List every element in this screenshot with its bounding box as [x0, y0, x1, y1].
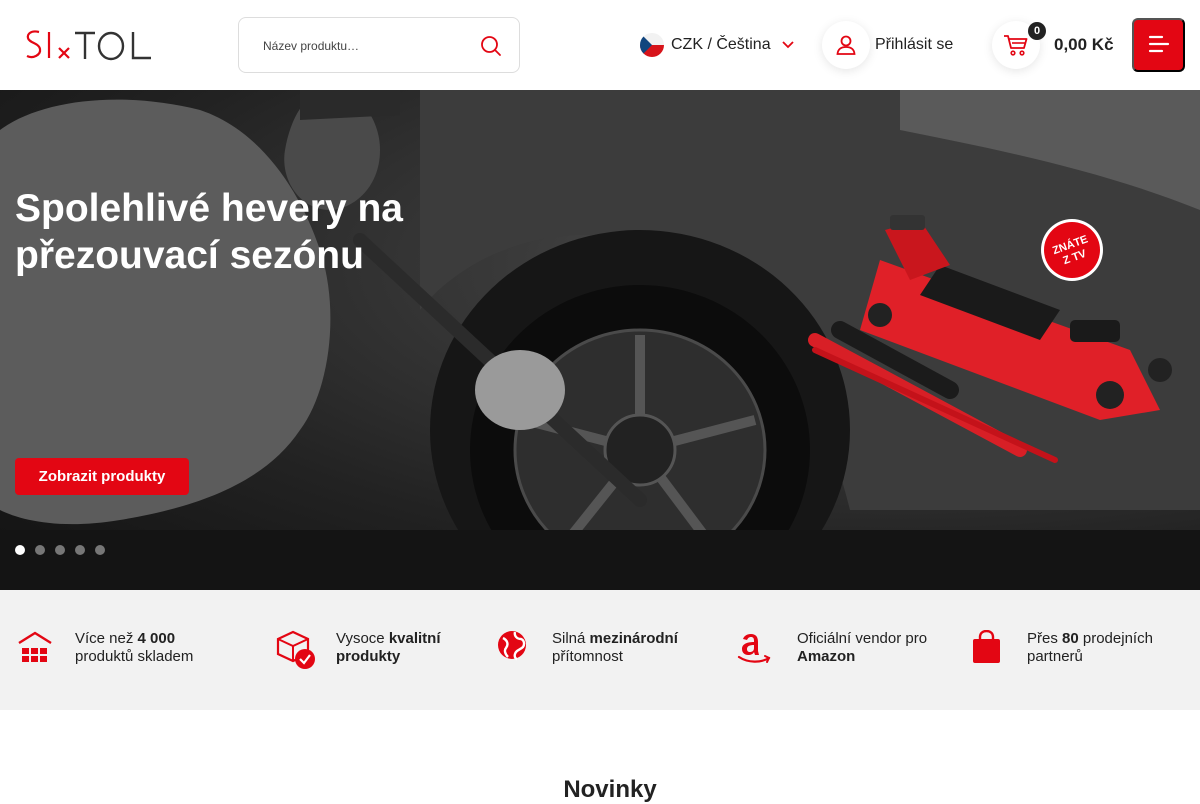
carousel-dot[interactable] [55, 545, 65, 555]
shopping-bag-icon [972, 629, 1012, 670]
feature-international: Silná mezinárodní přítomnost [497, 630, 702, 670]
hero-title: Spolehlivé hevery na přezouvací sezónu [15, 187, 404, 277]
feature-quality: Vysoce kvalitní produkty [276, 630, 466, 670]
carousel-dot[interactable] [35, 545, 45, 555]
warehouse-icon [18, 630, 58, 670]
hydraulic-jack-image [808, 215, 1172, 463]
feature-partners: Přes 80 prodejních partnerů [972, 629, 1192, 670]
czech-flag-icon [640, 33, 664, 57]
hamburger-icon [1148, 35, 1170, 56]
login-label: Přihlásit se [875, 36, 954, 53]
language-label: CZK / Čeština [671, 36, 771, 53]
search-icon[interactable] [479, 34, 503, 58]
site-header: CZK / Čeština Přihlásit se 0 0,00 Kč [0, 0, 1200, 90]
feature-text: Silná mezinárodní přítomnost [552, 630, 678, 665]
user-icon [822, 21, 870, 69]
sixtol-logo[interactable] [25, 26, 165, 64]
login-button[interactable]: Přihlásit se [822, 21, 953, 69]
hero-banner: ZNÁTE Z TV Spolehlivé hevery na přezouva… [0, 90, 1200, 590]
amazon-icon [736, 630, 776, 670]
feature-amazon: Oficiální vendor pro Amazon [736, 630, 937, 670]
feature-text: Oficiální vendor pro Amazon [797, 630, 928, 665]
tv-badge-icon: ZNÁTE Z TV [1041, 219, 1103, 281]
features-bar: Více než 4 000 produktů skladem Vysoce k… [0, 590, 1200, 710]
cart-total: 0,00 Kč [1054, 35, 1114, 54]
menu-button[interactable] [1132, 18, 1185, 72]
carousel-dot[interactable] [95, 545, 105, 555]
carousel-indicators [15, 545, 115, 555]
feature-text: Vysoce kvalitní produkty [336, 630, 441, 665]
chevron-down-icon [781, 38, 795, 52]
feature-text: Přes 80 prodejních partnerů [1027, 630, 1153, 665]
cart-button[interactable]: 0 0,00 Kč [992, 21, 1114, 69]
globe-icon [497, 630, 537, 670]
language-currency-selector[interactable]: CZK / Čeština [640, 32, 795, 58]
feature-stock: Více než 4 000 produktů skladem [18, 630, 225, 670]
search-input[interactable] [263, 36, 473, 56]
quality-box-icon [276, 630, 316, 670]
cart-count-badge: 0 [1028, 22, 1046, 40]
carousel-dot[interactable] [15, 545, 25, 555]
cart-icon: 0 [992, 21, 1046, 69]
search-box [238, 17, 520, 73]
carousel-dot[interactable] [75, 545, 85, 555]
feature-text: Více než 4 000 produktů skladem [75, 630, 194, 665]
show-products-button[interactable]: Zobrazit produkty [15, 458, 189, 495]
